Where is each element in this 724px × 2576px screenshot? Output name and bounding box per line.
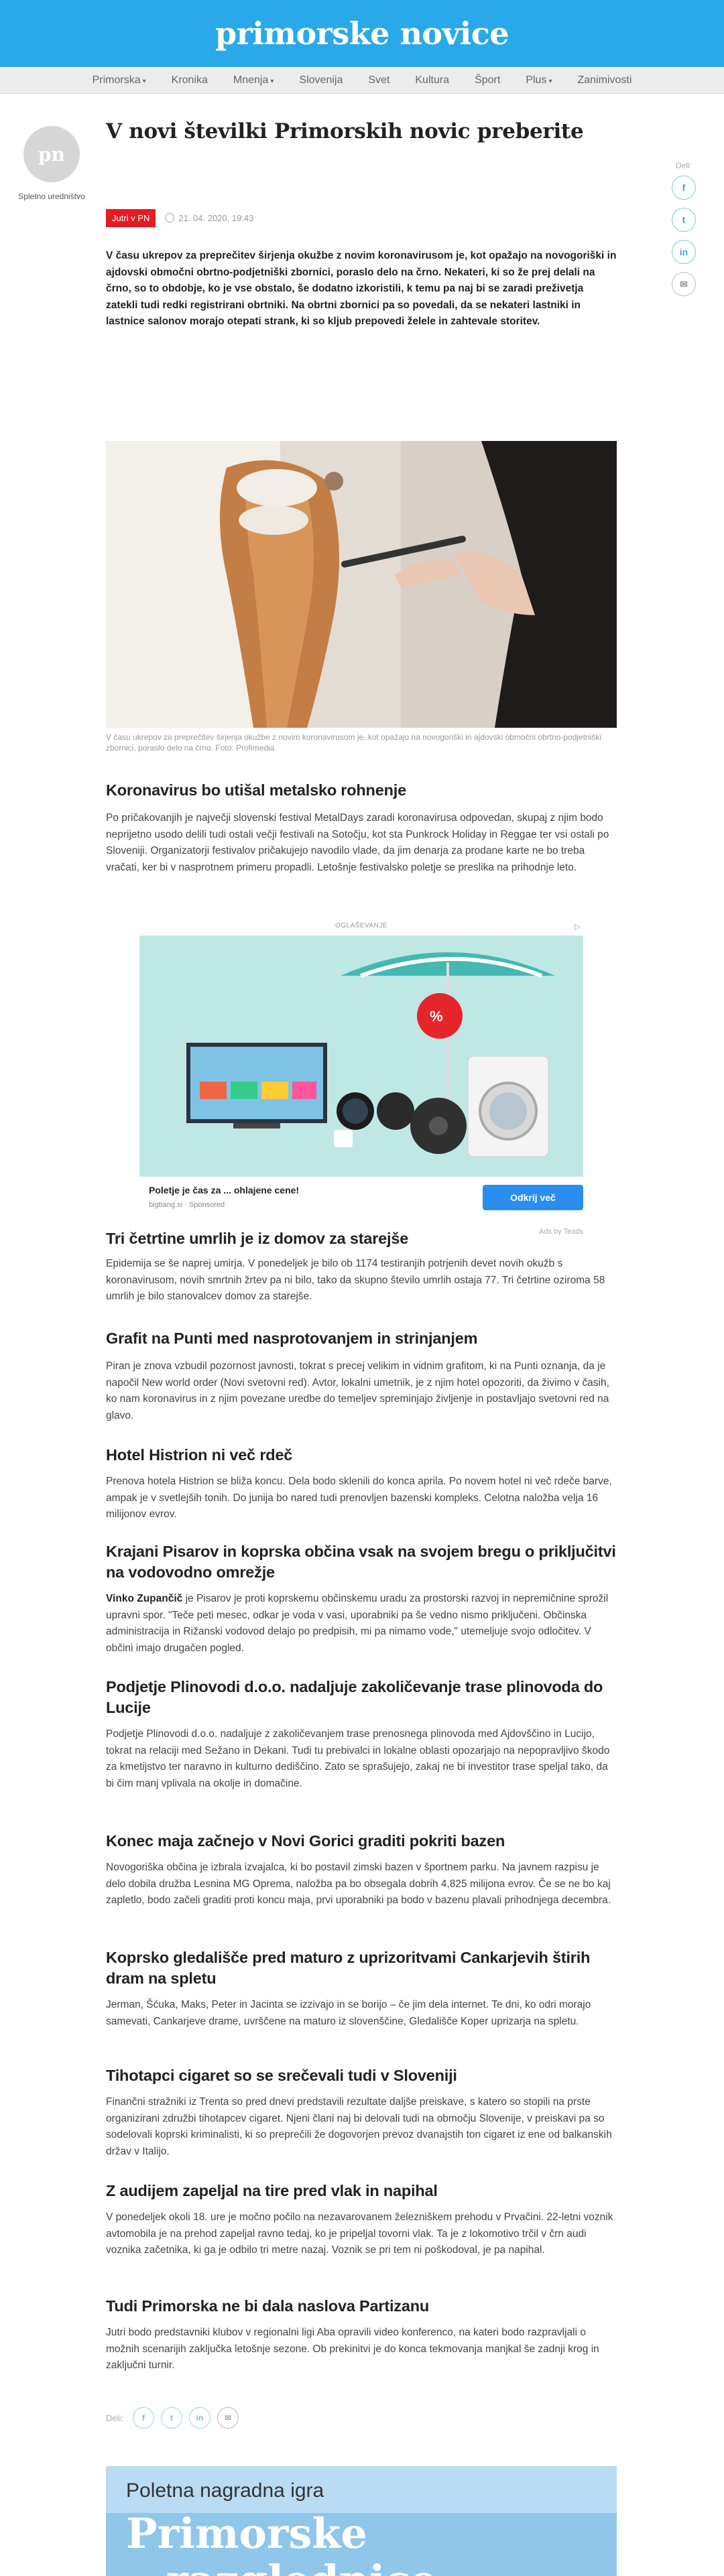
section-body: Finančni stražniki iz Trenta so pred dne…: [106, 2096, 612, 2157]
share-bottom: Deli: f t in ✉: [106, 2407, 239, 2429]
section-heading: Hotel Histrion ni več rdeč: [106, 1446, 293, 1464]
section-body: Po pričakovanjih je največji slovenski f…: [106, 812, 609, 873]
section-body: Podjetje Plinovodi d.o.o. nadaljuje z za…: [106, 1728, 610, 1789]
category-tag[interactable]: Jutri v PN: [106, 209, 156, 227]
page-body: pn Spletno uredništvo Deli: f t in ✉ V n…: [0, 94, 724, 2576]
author-name[interactable]: Spletno uredništvo: [8, 192, 95, 201]
promo-subtitle: Poletna nagradna igra: [126, 2480, 324, 2502]
ad-sponsor: bigbang.si · Sponsored: [149, 1201, 225, 1209]
section-body: Prenova hotela Histrion se bliža koncu. …: [106, 1476, 612, 1520]
main-nav: Primorska ▾ Kronika Mnenja ▾ Slovenija Sve…: [0, 67, 724, 94]
nav-item-sport[interactable]: Šport: [475, 74, 500, 86]
author-block: pn Spletno uredništvo: [8, 126, 95, 201]
nav-item-mnenja[interactable]: Mnenja ▾: [233, 74, 274, 86]
ad-footer: Poletje je čas za ... ohlajene cene! big…: [139, 1177, 583, 1224]
section-heading: Koprsko gledališče pred maturo z uprizor…: [106, 1949, 591, 1987]
clock-icon: [165, 213, 175, 222]
section-7: Konec maja začnejo v Novi Gorici graditi…: [106, 1831, 617, 1909]
section-body: Epidemija se še naprej umirja. V ponedel…: [106, 1258, 605, 1302]
nav-item-slovenija[interactable]: Slovenija: [299, 74, 343, 86]
section-4: Hotel Histrion ni več rdeč Prenova hotel…: [106, 1445, 617, 1523]
twitter-icon[interactable]: t: [672, 208, 696, 232]
section-heading: Krajani Pisarov in koprska občina vsak n…: [106, 1543, 616, 1581]
chevron-down-icon: ▾: [548, 77, 552, 85]
person-name: Vinko Zupančič: [106, 1593, 183, 1604]
site-logo[interactable]: primorske novice: [215, 15, 509, 52]
chevron-down-icon: ▾: [142, 77, 146, 85]
article-date: 21. 04. 2020, 19:43: [165, 213, 253, 223]
ad-title[interactable]: Poletje je čas za ... ohlajene cene!: [149, 1185, 299, 1196]
section-heading: Koronavirus bo utišal metalsko rohnenje: [106, 781, 406, 799]
ad-cta-button[interactable]: Odkrij več: [483, 1185, 583, 1210]
site-header: primorske novice: [0, 0, 724, 67]
section-2: Tri četrtine umrlih je iz domov za stare…: [106, 1228, 617, 1305]
article-meta: Jutri v PN 21. 04. 2020, 19:43: [106, 209, 253, 227]
section-body: Jerman, Šćuka, Maks, Peter in Jacinta se…: [106, 1999, 591, 2027]
section-5: Krajani Pisarov in koprska občina vsak n…: [106, 1541, 617, 1657]
nav-item-zanimivosti[interactable]: Zanimivosti: [577, 74, 631, 86]
section-6: Podjetje Plinovodi d.o.o. nadaljuje zako…: [106, 1677, 617, 1792]
nav-item-svet[interactable]: Svet: [368, 74, 389, 86]
mail-icon[interactable]: ✉: [672, 272, 696, 296]
section-8: Koprsko gledališče pred maturo z uprizor…: [106, 1947, 617, 2030]
article-title: V novi številki Primorskih novic preberi…: [106, 119, 584, 143]
chevron-down-icon: ▾: [270, 77, 274, 85]
section-heading: Tihotapci cigaret so se srečevali tudi v…: [106, 2067, 457, 2084]
author-avatar[interactable]: pn: [23, 126, 80, 182]
section-9: Tihotapci cigaret so se srečevali tudi v…: [106, 2065, 617, 2160]
section-heading: Tri četrtine umrlih je iz domov za stare…: [106, 1230, 409, 1247]
section-11: Tudi Primorska ne bi dala naslova Partiz…: [106, 2296, 617, 2374]
mail-icon[interactable]: ✉: [217, 2407, 239, 2429]
twitter-icon[interactable]: t: [161, 2407, 183, 2429]
section-body: V ponedeljek okoli 18. ure je močno poči…: [106, 2211, 613, 2256]
linkedin-icon[interactable]: in: [189, 2407, 211, 2429]
section-heading: Z audijem zapeljal na tire pred vlak in …: [106, 2182, 438, 2199]
adchoices-icon[interactable]: ▷: [575, 922, 581, 931]
discount-badge: %: [430, 1008, 443, 1025]
share-label: Deli:: [675, 161, 692, 170]
section-body: Jutri bodo predstavniki klubov v regiona…: [106, 2327, 599, 2371]
section-heading: Grafit na Punti med nasprotovanjem in st…: [106, 1330, 478, 1347]
nav-item-kultura[interactable]: Kultura: [415, 74, 449, 86]
photo-caption: V času ukrepov za preprečitev širjenja o…: [106, 732, 602, 753]
promo-banner[interactable]: Poletna nagradna igra Primorske razgledn…: [106, 2466, 617, 2576]
facebook-icon[interactable]: f: [133, 2407, 155, 2429]
section-body: Novogoriška občina je izbrala izvajalca,…: [106, 1862, 611, 1906]
ad-label: OGLAŠEVANJE ▷: [335, 922, 581, 931]
section-heading: Podjetje Plinovodi d.o.o. nadaljuje zako…: [106, 1678, 603, 1716]
share-label: Deli:: [106, 2412, 124, 2423]
share-sidebar: Deli: f t in ✉: [670, 161, 697, 304]
section-body: Piran je znova vzbudil pozornost javnost…: [106, 1360, 609, 1421]
linkedin-icon[interactable]: in: [672, 240, 696, 264]
section-1: Koronavirus bo utišal metalsko rohnenje …: [106, 780, 617, 876]
section-heading: Tudi Primorska ne bi dala naslova Partiz…: [106, 2297, 429, 2315]
promo-title: Primorske razglednice: [126, 2509, 437, 2576]
section-3: Grafit na Punti med nasprotovanjem in st…: [106, 1328, 617, 1424]
section-heading: Konec maja začnejo v Novi Gorici graditi…: [106, 1832, 505, 1850]
nav-item-primorska[interactable]: Primorska ▾: [93, 74, 146, 86]
article-lead: V času ukrepov za preprečitev širjenja o…: [106, 250, 617, 327]
ad-image[interactable]: %: [139, 936, 583, 1177]
facebook-icon[interactable]: f: [672, 176, 696, 200]
advertisement[interactable]: OGLAŠEVANJE ▷ % Poletje je čas za ... oh…: [139, 922, 583, 1236]
article-photo: [106, 441, 617, 728]
nav-item-kronika[interactable]: Kronika: [172, 74, 208, 86]
nav-item-plus[interactable]: Plus ▾: [526, 74, 552, 86]
section-body: Vinko Zupančič je Pisarov je proti koprs…: [106, 1593, 609, 1654]
section-10: Z audijem zapeljal na tire pred vlak in …: [106, 2181, 617, 2259]
